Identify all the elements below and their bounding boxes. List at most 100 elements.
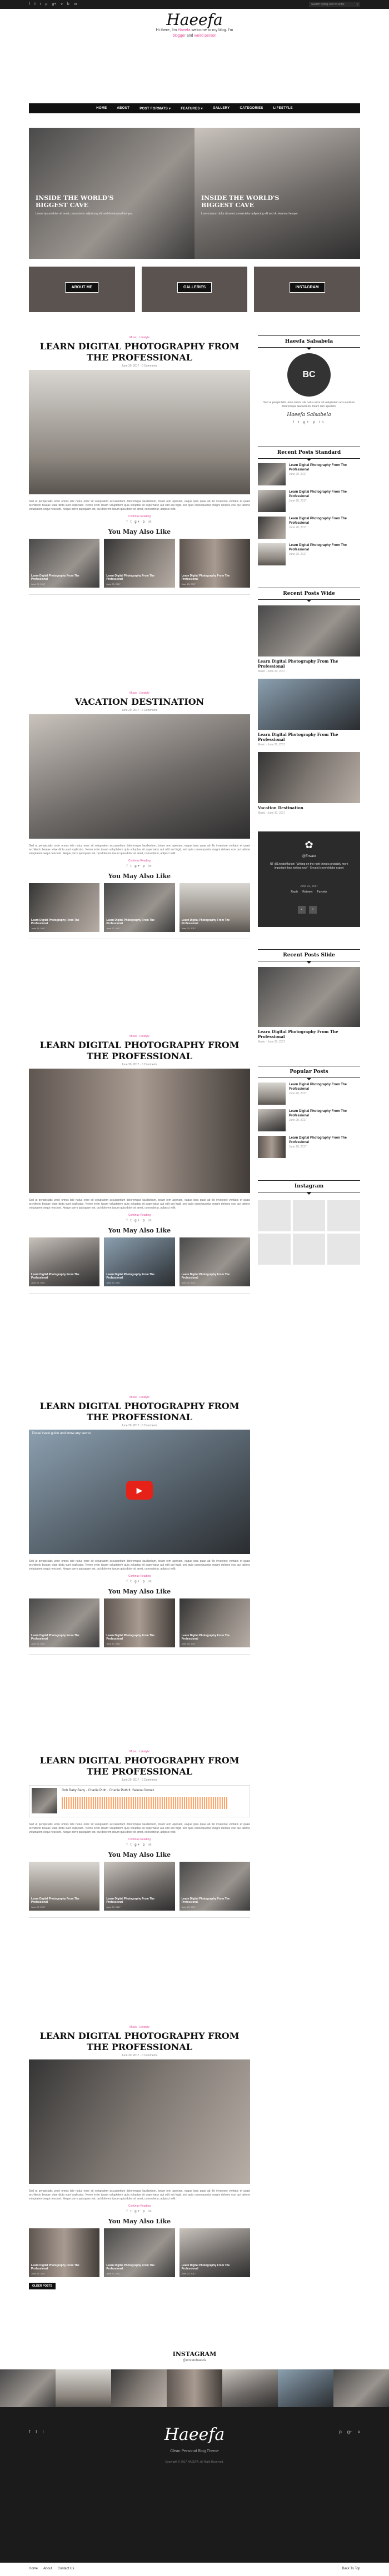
thumbnail[interactable] <box>258 543 286 565</box>
older-posts-button[interactable]: OLDER POSTS <box>29 2283 56 2289</box>
waveform[interactable] <box>62 1797 228 1809</box>
post-title[interactable]: LEARN DIGITAL PHOTOGRAPHY FROM THE PROFE… <box>29 1755 250 1777</box>
post-categories[interactable]: Music · Lifestyle <box>29 1750 250 1754</box>
slide[interactable]: INSIDE THE WORLD'S BIGGEST CAVE Lorem ip… <box>194 128 360 259</box>
post-image[interactable] <box>29 2059 250 2184</box>
featured-slider[interactable]: INSIDE THE WORLD'S BIGGEST CAVE Lorem ip… <box>29 128 360 259</box>
promo-box-instagram[interactable]: INSTAGRAM <box>254 267 361 312</box>
twitter-icon[interactable]: t <box>34 2 36 7</box>
footer-link-contact[interactable]: Contact Us <box>58 2567 74 2570</box>
continue-reading-link[interactable]: Continue Reading <box>29 1214 250 1217</box>
thumbnail[interactable] <box>258 1109 286 1131</box>
video-player[interactable]: Dubai travel guide and know any secret ▶ <box>29 1430 250 1554</box>
wide-post-item[interactable]: Learn Digital Photography From The Profe… <box>258 605 360 673</box>
recent-post-item[interactable]: Learn Digital Photography From The Profe… <box>258 490 360 512</box>
related-post[interactable]: Learn Digital Photography From The Profe… <box>179 883 250 932</box>
wide-post-item[interactable]: Vacation Destination Music · June 20, 201… <box>258 752 360 815</box>
instagram-photo[interactable] <box>292 1234 326 1265</box>
instagram-photo[interactable] <box>327 1200 360 1231</box>
site-logo[interactable]: Haeefa <box>0 11 389 29</box>
related-post[interactable]: Learn Digital Photography From The Profe… <box>29 1237 100 1286</box>
slide-title[interactable]: INSIDE THE WORLD'S BIGGEST CAVE <box>36 194 147 209</box>
next-arrow-icon[interactable]: › <box>309 906 317 914</box>
retweet-link[interactable]: Retweet <box>302 890 312 894</box>
thumbnail[interactable] <box>258 679 360 730</box>
slide[interactable]: INSIDE THE WORLD'S BIGGEST CAVE Lorem ip… <box>29 128 194 259</box>
post-title[interactable]: LEARN DIGITAL PHOTOGRAPHY FROM THE PROFE… <box>29 2031 250 2053</box>
instagram-photo[interactable] <box>258 1234 291 1265</box>
instagram-photo[interactable] <box>111 2369 167 2407</box>
thumbnail[interactable] <box>258 463 286 485</box>
vimeo-icon[interactable]: v <box>61 2 63 7</box>
related-post[interactable]: Learn Digital Photography From The Profe… <box>179 2228 250 2277</box>
continue-reading-link[interactable]: Continue Reading <box>29 515 250 518</box>
thumbnail[interactable] <box>258 605 360 656</box>
continue-reading-link[interactable]: Continue Reading <box>29 859 250 863</box>
post-title[interactable]: LEARN DIGITAL PHOTOGRAPHY FROM THE PROFE… <box>29 1401 250 1423</box>
share-icons[interactable]: f t g+ p in <box>29 1219 250 1222</box>
share-icons[interactable]: f t g+ p in <box>29 865 250 868</box>
share-icons[interactable]: f t g+ p in <box>29 2210 250 2213</box>
slide-post-item[interactable]: Learn Digital Photography From The Profe… <box>258 967 360 1044</box>
google-plus-icon[interactable]: g+ <box>52 2 56 7</box>
share-icons[interactable]: f t g+ p in <box>29 1580 250 1583</box>
instagram-photo[interactable] <box>278 2369 333 2407</box>
linkedin-icon[interactable]: in <box>74 2 77 7</box>
slide-title[interactable]: INSIDE THE WORLD'S BIGGEST CAVE <box>201 194 312 209</box>
related-post[interactable]: Learn Digital Photography From The Profe… <box>179 1862 250 1911</box>
thumbnail[interactable] <box>258 752 360 803</box>
instagram-photo[interactable] <box>327 1234 360 1265</box>
post-title[interactable]: LEARN DIGITAL PHOTOGRAPHY FROM THE PROFE… <box>29 341 250 363</box>
recent-post-item[interactable]: Learn Digital Photography From The Profe… <box>258 463 360 485</box>
related-post[interactable]: Learn Digital Photography From The Profe… <box>29 539 100 588</box>
instagram-icon[interactable]: i <box>40 2 41 7</box>
back-to-top-link[interactable]: Back To Top <box>342 2567 360 2570</box>
nav-item-features[interactable]: FEATURES ▾ <box>181 107 203 111</box>
share-icons[interactable]: f t g+ p in <box>29 1843 250 1847</box>
continue-reading-link[interactable]: Continue Reading <box>29 1575 250 1578</box>
footer-logo[interactable]: Haeefa <box>0 2425 389 2444</box>
instagram-photo[interactable] <box>333 2369 389 2407</box>
reply-link[interactable]: Reply <box>291 890 298 894</box>
related-post[interactable]: Learn Digital Photography From The Profe… <box>179 539 250 588</box>
post-categories[interactable]: Music · Lifestyle <box>29 691 250 695</box>
related-post[interactable]: Learn Digital Photography From The Profe… <box>104 1598 175 1647</box>
popular-post-item[interactable]: Learn Digital Photography From The Profe… <box>258 1136 360 1158</box>
nav-item-home[interactable]: HOME <box>96 107 107 110</box>
nav-item-lifestyle[interactable]: LIFESTYLE <box>273 107 293 110</box>
post-categories[interactable]: Music · Lifestyle <box>29 1034 250 1039</box>
footer-link-home[interactable]: Home <box>29 2567 38 2570</box>
post-image[interactable] <box>29 714 250 839</box>
play-icon[interactable]: ▶ <box>126 1481 153 1500</box>
post-categories[interactable]: Music · Lifestyle <box>29 2025 250 2029</box>
recent-post-item[interactable]: Learn Digital Photography From The Profe… <box>258 543 360 565</box>
post-categories[interactable]: Music · Lifestyle <box>29 1395 250 1400</box>
footer-link-about[interactable]: About <box>43 2567 52 2570</box>
post-title[interactable]: VACATION DESTINATION <box>29 696 250 708</box>
promo-box-galleries[interactable]: GALLERIES <box>141 267 248 312</box>
instagram-photo[interactable] <box>167 2369 222 2407</box>
promo-box-about[interactable]: ABOUT ME <box>29 267 135 312</box>
thumbnail[interactable] <box>258 490 286 512</box>
instagram-photo[interactable] <box>0 2369 56 2407</box>
related-post[interactable]: Learn Digital Photography From The Profe… <box>104 883 175 932</box>
instagram-photo[interactable] <box>222 2369 278 2407</box>
thumbnail[interactable] <box>258 517 286 539</box>
recent-post-item[interactable]: Learn Digital Photography From The Profe… <box>258 517 360 539</box>
nav-item-gallery[interactable]: GALLERY <box>213 107 230 110</box>
post-image[interactable] <box>29 370 250 494</box>
continue-reading-link[interactable]: Continue Reading <box>29 2204 250 2208</box>
wide-post-item[interactable]: Learn Digital Photography From The Profe… <box>258 679 360 746</box>
favorite-link[interactable]: Favorite <box>317 890 327 894</box>
nav-item-categories[interactable]: CATEGORIES <box>240 107 263 110</box>
pinterest-icon[interactable]: p <box>45 2 47 7</box>
post-categories[interactable]: Music · Lifestyle <box>29 335 250 340</box>
audio-player[interactable]: Ooh Baby Baby · Charlie Puth · Charlie P… <box>29 1785 250 1817</box>
related-post[interactable]: Learn Digital Photography From The Profe… <box>29 1598 100 1647</box>
about-social-icons[interactable]: f t g+ p in <box>258 421 360 424</box>
related-post[interactable]: Learn Digital Photography From The Profe… <box>179 1598 250 1647</box>
instagram-photo[interactable] <box>292 1200 326 1231</box>
related-post[interactable]: Learn Digital Photography From The Profe… <box>29 883 100 932</box>
instagram-photo[interactable] <box>56 2369 111 2407</box>
popular-post-item[interactable]: Learn Digital Photography From The Profe… <box>258 1082 360 1105</box>
